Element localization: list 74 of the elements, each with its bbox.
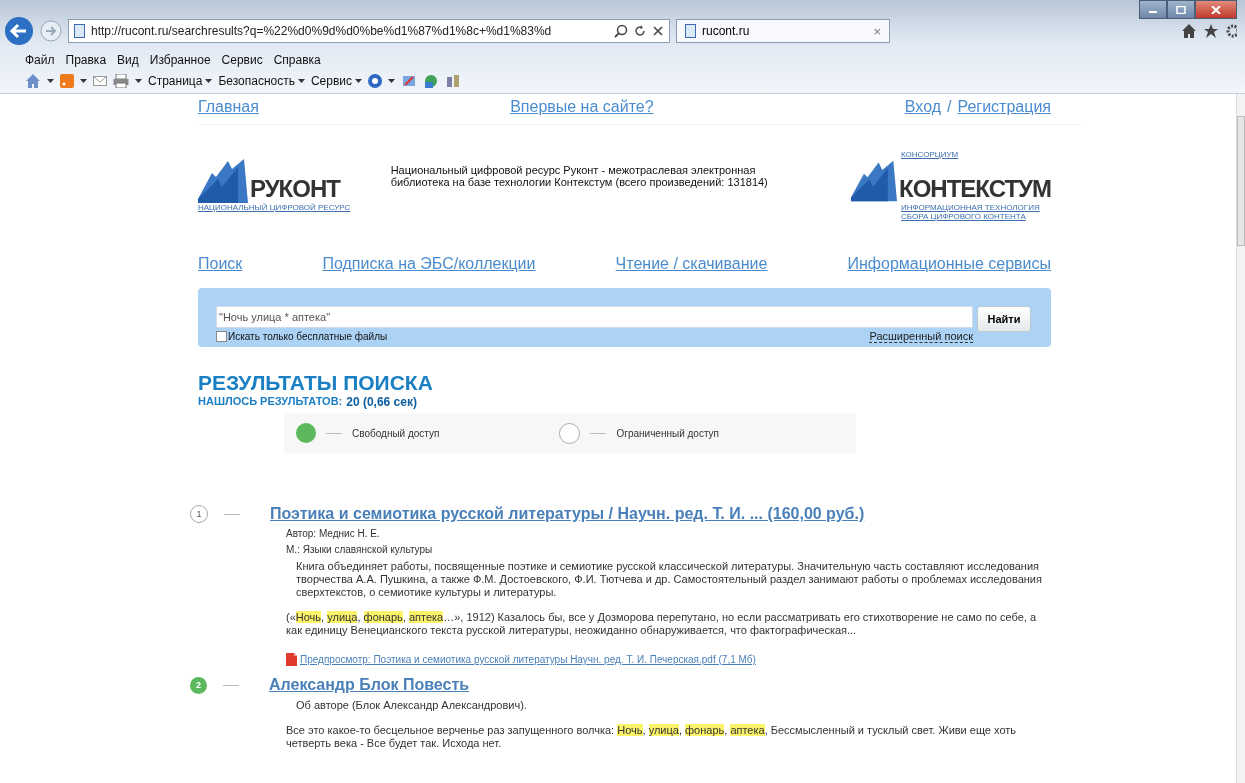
close-icon[interactable] — [652, 25, 664, 37]
mail-icon[interactable] — [93, 75, 107, 87]
first-visit-link[interactable]: Впервые на сайте? — [510, 98, 654, 124]
caret-icon — [297, 79, 305, 83]
browser-tab[interactable]: rucont.ru × — [676, 19, 890, 43]
logo-name: КОНТЕКСТУМ — [899, 174, 1051, 203]
results-heading: РЕЗУЛЬТАТЫ ПОИСКА — [198, 371, 434, 395]
result-number: 2 — [190, 676, 207, 694]
maximize-icon — [1176, 5, 1186, 14]
menu-item[interactable]: Вид — [117, 53, 139, 69]
result-abstract: Книга объединяет работы, посвященные поэтике и семиотике русской классической литературы. Значительную часть составляют исследования творчества А.А. Пушкина, а также Ф.М. Достоевского, Ф.И. Тютчева и др. Самостоятельный раздел занимают работы о проблемах исследования сверхтекстов, о семиотике культуры и литературы. — [296, 560, 1043, 599]
advanced-search-link[interactable]: Расширенный поиск — [869, 330, 973, 343]
preview-link[interactable]: Предпросмотр: Поэтика и семиотика русской литературы Научн. ред. Т. И. Печерская.pdf (7,1 Мб) — [300, 654, 756, 665]
star-icon[interactable] — [1203, 23, 1219, 39]
nav-link[interactable]: Поиск — [198, 255, 243, 283]
site-description: Национальный цифровой ресурс Руконт - межотраслевая электронная библиотека на базе технологии Контекстум (всего произведений: 131814) — [390, 164, 769, 188]
close-button[interactable] — [1195, 0, 1237, 19]
refresh-icon[interactable] — [634, 24, 646, 38]
caret-icon[interactable] — [80, 79, 87, 83]
menu-item[interactable]: Файл — [25, 53, 55, 69]
legend-label: Ограниченный доступ — [616, 427, 719, 439]
minimize-button[interactable] — [1139, 0, 1167, 19]
legend-label: Свободный доступ — [352, 427, 440, 439]
logo-overline: КОНСОРЦИУМ — [901, 149, 960, 159]
search-icon[interactable] — [614, 24, 628, 38]
nav-link[interactable]: Подписка на ЭБС/коллекции — [322, 255, 536, 283]
toolbar-menu[interactable]: Безопасность — [218, 74, 305, 88]
caret-icon[interactable] — [135, 79, 142, 83]
caret-icon — [355, 79, 363, 83]
printer-icon[interactable] — [113, 74, 129, 88]
settings-icon[interactable] — [1225, 23, 1237, 39]
maximize-button[interactable] — [1167, 0, 1195, 19]
checkbox-label: Искать только бесплатные файлы — [228, 331, 388, 342]
results-count: 20 (0,66 сек) — [346, 395, 417, 409]
menu-item[interactable]: Избранное — [149, 53, 211, 69]
result-meta: Автор: Меднис Н. Е. — [286, 528, 381, 539]
separator: / — [947, 98, 952, 117]
back-icon[interactable] — [4, 16, 34, 46]
register-link[interactable]: Регистрация — [957, 98, 1051, 124]
tool-icon[interactable] — [423, 73, 440, 89]
address-bar[interactable]: http://rucont.ru/searchresults?q=%22%d0%9d%d0%be%d1%87%d1%8c+%d1%83%d — [68, 19, 670, 43]
logo-name: РУКОНТ — [250, 174, 340, 203]
nav-link[interactable]: Чтение / скачивание — [615, 255, 768, 283]
toolbar-menu[interactable]: Сервис — [310, 74, 363, 88]
result-title-link[interactable]: Александр Блок Повесть — [269, 676, 470, 694]
caret-icon[interactable] — [47, 79, 54, 83]
logo-icon — [851, 158, 897, 203]
logo-tagline: НАЦИОНАЛЬНЫЙ ЦИФРОВОЙ РЕСУРС — [198, 202, 351, 212]
menu-item[interactable]: Правка — [65, 53, 107, 69]
checkbox[interactable] — [216, 331, 227, 342]
home-icon[interactable] — [1181, 23, 1197, 39]
logo-tagline: ИНФОРМАЦИОННАЯ ТЕХНОЛОГИЯ СБОРА ЦИФРОВОГО КОНТЕНТА — [901, 202, 1041, 221]
menu-item[interactable]: Сервис — [221, 53, 263, 69]
search-field[interactable]: "Ночь улица * аптека" — [216, 306, 973, 328]
close-icon — [1211, 5, 1221, 14]
result-meta: М.: Языки славянской культуры — [286, 544, 434, 555]
results-count-label: НАШЛОСЬ РЕЗУЛЬТАТОВ: — [198, 395, 343, 409]
site-icon — [74, 24, 85, 38]
tool-icon[interactable] — [445, 73, 462, 89]
pdf-icon — [286, 653, 297, 666]
scrollbar[interactable] — [1236, 94, 1245, 783]
caret-icon — [205, 79, 213, 83]
login-link[interactable]: Вход — [904, 98, 941, 124]
tool-icon[interactable] — [401, 73, 418, 89]
menu-item[interactable]: Справка — [273, 53, 321, 69]
toolbar-menu[interactable]: Страница — [148, 74, 213, 88]
result-snippet: Все это какое-то бесцельное верченье раз запущенного волчка: Ночь, улица, фонарь, аптека, Бессмысленный и тусклый свет. Живи еще хоть четверть века - Все будет так. Исхода нет. — [286, 724, 1018, 750]
logo-icon — [198, 158, 248, 203]
home-link[interactable]: Главная — [198, 98, 259, 124]
result-abstract: Об авторе (Блок Александр Александрович). — [296, 699, 528, 712]
result-title-link[interactable]: Поэтика и семиотика русской литературы / Научн. ред. Т. И. ... (160,00 руб.) — [270, 505, 865, 523]
search-button[interactable]: Найти — [977, 306, 1031, 332]
nav-link[interactable]: Информационные сервисы — [847, 255, 1051, 283]
caret-icon[interactable] — [388, 79, 396, 83]
